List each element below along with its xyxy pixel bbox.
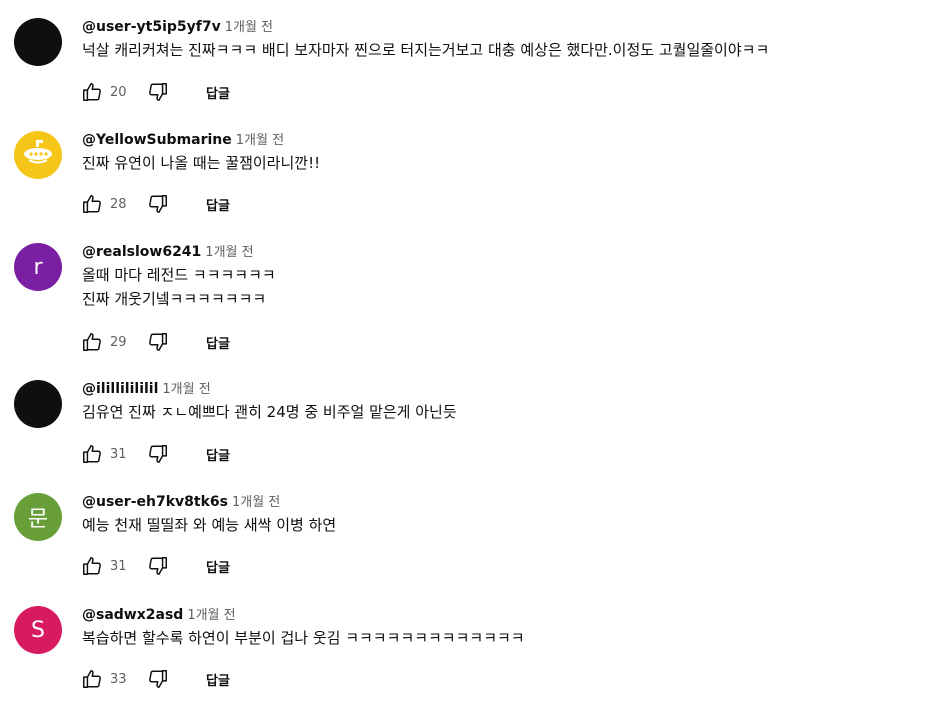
comment-time[interactable]: 1개월 전 bbox=[162, 382, 210, 397]
comment-text-line: 복습하면 할수록 하연이 부분이 겁나 웃김 ㅋㅋㅋㅋㅋㅋㅋㅋㅋㅋㅋㅋㅋ bbox=[82, 629, 525, 647]
like-count: 28 bbox=[110, 196, 127, 212]
avatar-letter: r bbox=[33, 254, 43, 280]
comment-text: 예능 천재 띨띨좌 와 예능 새싹 이병 하연 bbox=[82, 513, 336, 537]
comment-header: @sadwx2asd 1개월 전 bbox=[82, 604, 236, 623]
thumb-up-icon[interactable] bbox=[80, 192, 104, 216]
comment-time[interactable]: 1개월 전 bbox=[225, 20, 273, 35]
reply-button[interactable]: 답글 bbox=[206, 195, 230, 214]
comment-text-line: 넉살 캐리커쳐는 진짜ㅋㅋㅋ 배디 보자마자 찐으로 터지는거보고 대충 예상은… bbox=[82, 41, 770, 59]
comment-text-line: 올때 마다 레전드 ㅋㅋㅋㅋㅋㅋ bbox=[82, 266, 276, 284]
comment-text: 넉살 캐리커쳐는 진짜ㅋㅋㅋ 배디 보자마자 찐으로 터지는거보고 대충 예상은… bbox=[82, 38, 769, 62]
avatar[interactable] bbox=[14, 18, 62, 66]
reply-button[interactable]: 답글 bbox=[206, 83, 230, 102]
comment-text-line: 진짜 개웃기넼ㅋㅋㅋㅋㅋㅋㅋ bbox=[82, 290, 267, 308]
author-name[interactable]: @realslow6241 bbox=[82, 244, 201, 260]
comment-text-line: 진짜 유연이 나올 때는 꿀잼이라니깐!! bbox=[82, 154, 321, 172]
avatar[interactable] bbox=[14, 131, 62, 179]
avatar-letter: S bbox=[31, 617, 45, 643]
comment-actions: 33 답글 bbox=[80, 667, 230, 691]
reply-button[interactable]: 답글 bbox=[206, 557, 230, 576]
thumb-down-icon[interactable] bbox=[146, 330, 170, 354]
avatar[interactable]: S bbox=[14, 606, 62, 654]
comment-text: 올때 마다 레전드 ㅋㅋㅋㅋㅋㅋ 진짜 개웃기넼ㅋㅋㅋㅋㅋㅋㅋ bbox=[82, 263, 276, 311]
thumb-down-icon[interactable] bbox=[146, 554, 170, 578]
comment-header: @user-eh7kv8tk6s 1개월 전 bbox=[82, 491, 280, 510]
author-name[interactable]: @user-yt5ip5yf7v bbox=[82, 19, 221, 35]
author-name[interactable]: @YellowSubmarine bbox=[82, 132, 232, 148]
thumb-down-icon[interactable] bbox=[146, 667, 170, 691]
thumb-up-icon[interactable] bbox=[80, 80, 104, 104]
comment-text: 복습하면 할수록 하연이 부분이 겁나 웃김 ㅋㅋㅋㅋㅋㅋㅋㅋㅋㅋㅋㅋㅋ bbox=[82, 626, 525, 650]
comment-header: @user-yt5ip5yf7v 1개월 전 bbox=[82, 16, 273, 35]
like-count: 31 bbox=[110, 446, 127, 462]
comment-text: 진짜 유연이 나올 때는 꿀잼이라니깐!! bbox=[82, 151, 320, 175]
reply-button[interactable]: 답글 bbox=[206, 445, 230, 464]
thumb-down-icon[interactable] bbox=[146, 80, 170, 104]
reply-button[interactable]: 답글 bbox=[206, 333, 230, 352]
comment-time[interactable]: 1개월 전 bbox=[205, 245, 253, 260]
thumb-down-icon[interactable] bbox=[146, 442, 170, 466]
like-count: 29 bbox=[110, 334, 127, 350]
comment-text: 김유연 진짜 ㅈㄴ예쁘다 괜히 24명 중 비주얼 맡은게 아닌듯 bbox=[82, 400, 457, 424]
thumb-up-icon[interactable] bbox=[80, 442, 104, 466]
comment-text-line: 김유연 진짜 ㅈㄴ예쁘다 괜히 24명 중 비주얼 맡은게 아닌듯 bbox=[82, 403, 457, 421]
thumb-down-icon[interactable] bbox=[146, 192, 170, 216]
submarine-icon bbox=[18, 132, 58, 178]
avatar[interactable]: r bbox=[14, 243, 62, 291]
comment-actions: 31 답글 bbox=[80, 442, 230, 466]
comment-time[interactable]: 1개월 전 bbox=[187, 608, 235, 623]
comment-header: @YellowSubmarine 1개월 전 bbox=[82, 129, 284, 148]
comment-text-line: 예능 천재 띨띨좌 와 예능 새싹 이병 하연 bbox=[82, 516, 337, 534]
avatar[interactable] bbox=[14, 380, 62, 428]
author-name[interactable]: @sadwx2asd bbox=[82, 607, 183, 623]
like-count: 20 bbox=[110, 84, 127, 100]
comment-actions: 20 답글 bbox=[80, 80, 230, 104]
comment-actions: 28 답글 bbox=[80, 192, 230, 216]
thumb-up-icon[interactable] bbox=[80, 330, 104, 354]
comment-time[interactable]: 1개월 전 bbox=[232, 495, 280, 510]
comment-header: @realslow6241 1개월 전 bbox=[82, 241, 254, 260]
thumb-up-icon[interactable] bbox=[80, 554, 104, 578]
comment-actions: 29 답글 bbox=[80, 330, 230, 354]
comment-actions: 31 답글 bbox=[80, 554, 230, 578]
avatar[interactable]: 문 bbox=[14, 493, 62, 541]
avatar-letter: 문 bbox=[27, 507, 49, 532]
thumb-up-icon[interactable] bbox=[80, 667, 104, 691]
reply-button[interactable]: 답글 bbox=[206, 670, 230, 689]
comment-header: @ilillilililil 1개월 전 bbox=[82, 378, 211, 397]
comment-time[interactable]: 1개월 전 bbox=[236, 133, 284, 148]
like-count: 33 bbox=[110, 671, 127, 687]
author-name[interactable]: @ilillilililil bbox=[82, 381, 158, 397]
like-count: 31 bbox=[110, 558, 127, 574]
author-name[interactable]: @user-eh7kv8tk6s bbox=[82, 494, 228, 510]
